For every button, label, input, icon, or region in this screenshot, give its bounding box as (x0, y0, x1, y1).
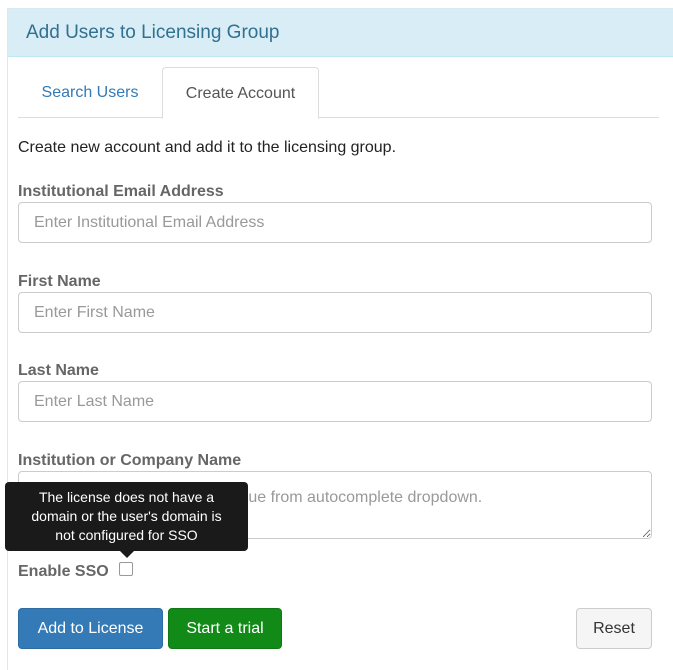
institution-label: Institution or Company Name (18, 452, 242, 469)
form-intro: Create new account and add it to the lic… (18, 139, 397, 156)
start-trial-button[interactable]: Start a trial (168, 608, 282, 649)
tooltip-line: domain or the user's domain is (31, 508, 222, 524)
tooltip-line: The license does not have a (38, 489, 215, 505)
panel-title: Add Users to Licensing Group (26, 22, 280, 43)
first-name-field[interactable] (18, 292, 652, 333)
tooltip-line: not configured for SSO (55, 527, 198, 543)
last-name-label: Last Name (18, 362, 99, 379)
tooltip-arrow (120, 551, 134, 558)
tab-bar: Search Users Create Account (18, 67, 659, 119)
panel-heading: Add Users to Licensing Group (8, 9, 673, 57)
sso-tooltip: The license does not have a domain or th… (5, 482, 248, 551)
first-name-label: First Name (18, 273, 101, 290)
add-to-license-button[interactable]: Add to License (18, 608, 163, 649)
tab-create-account[interactable]: Create Account (162, 67, 319, 119)
last-name-field[interactable] (18, 381, 652, 422)
tab-search-users[interactable]: Search Users (18, 67, 162, 118)
reset-button[interactable]: Reset (576, 608, 652, 649)
sso-checkbox[interactable] (119, 562, 133, 576)
email-label: Institutional Email Address (18, 183, 224, 200)
sso-label: Enable SSO (18, 563, 109, 580)
email-field[interactable] (18, 202, 652, 243)
